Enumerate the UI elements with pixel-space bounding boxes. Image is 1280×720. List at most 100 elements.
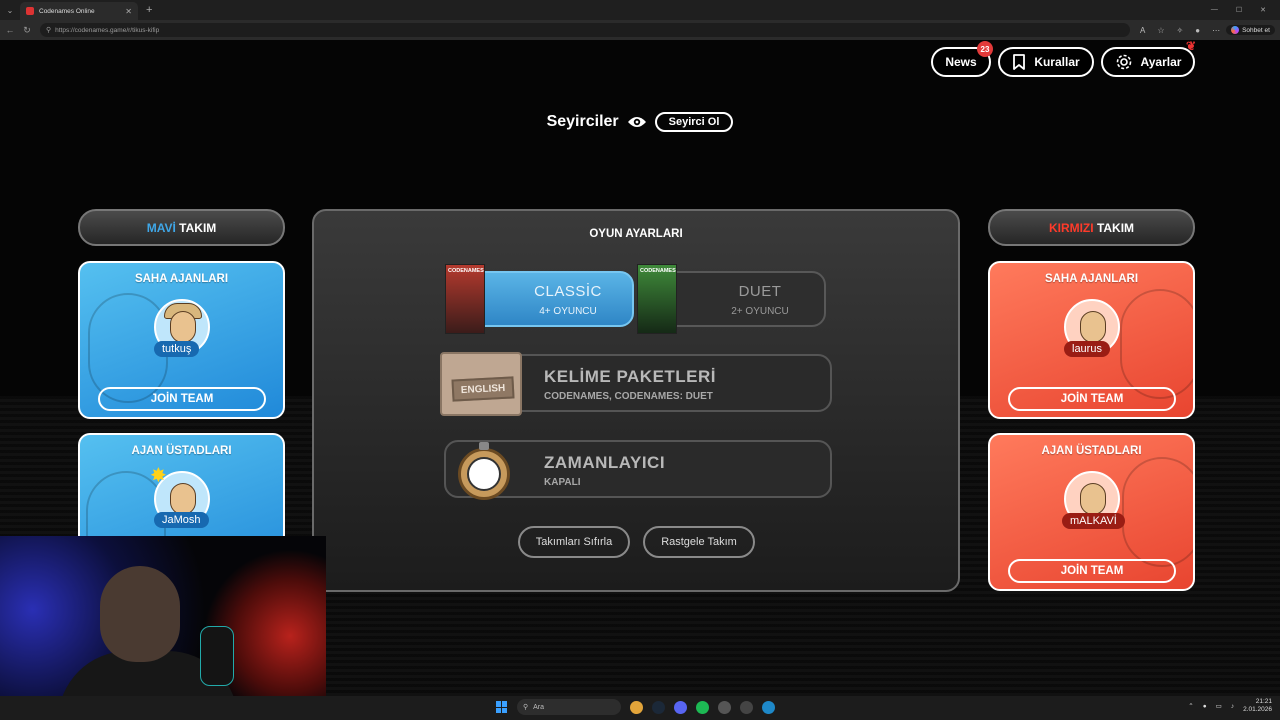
url-field[interactable]: ⚲ https://codenames.game/r/tikus-kifip <box>40 23 1130 37</box>
clock-time: 21:21 <box>1255 698 1272 705</box>
timer-title: ZAMANLAYICI <box>544 453 666 472</box>
blue-operatives-card: SAHA AJANLARI tutkuş JOİN TEAM <box>78 261 285 419</box>
red-spymasters-title: AJAN ÜSTADLARI <box>1041 445 1142 457</box>
red-bg-character <box>1120 289 1193 399</box>
random-team-button[interactable]: Rastgele Takım <box>643 526 755 558</box>
minimize-icon[interactable]: — <box>1211 6 1218 14</box>
news-badge: 23 <box>977 41 993 57</box>
steam-icon[interactable] <box>652 700 665 714</box>
blue-join-team-button[interactable]: JOİN TEAM <box>98 387 266 411</box>
red-team-accent: KIRMIZI <box>1048 220 1094 235</box>
copilot-button[interactable]: Sohbet et <box>1226 25 1275 35</box>
webcam-overlay <box>0 536 326 720</box>
stopwatch-dial <box>467 457 501 491</box>
maximize-icon[interactable]: ☐ <box>1236 6 1242 14</box>
favorite-star-icon[interactable]: ☆ <box>1157 26 1164 35</box>
blue-spymasters-title: AJAN ÜSTADLARI <box>131 445 232 457</box>
webcam-person-head <box>100 566 180 662</box>
chrome-icon[interactable] <box>630 700 643 714</box>
mode-name: CLASSİC <box>534 283 602 300</box>
read-aloud-icon[interactable]: A <box>1140 26 1145 35</box>
taskbar: ⚲ Ara ⌃ ● ▭ ♪ 21:21 2.01.2026 <box>0 696 1280 720</box>
close-window-icon[interactable]: ✕ <box>1260 6 1266 14</box>
browser-tab[interactable]: Codenames Online ✕ <box>20 2 138 20</box>
reset-teams-button[interactable]: Takımları Sıfırla <box>518 526 630 558</box>
red-team-label: TAKIM <box>1096 220 1135 235</box>
mode-players: 2+ OYUNCU <box>731 306 789 317</box>
news-button[interactable]: News 23 <box>931 41 993 77</box>
word-packs-value: CODENAMES, CODENAMES: DUET <box>544 391 713 402</box>
box-label: CODENAMES <box>448 268 484 274</box>
clock-date: 2.01.2026 <box>1243 706 1272 713</box>
media-player-icon[interactable] <box>740 700 753 714</box>
more-menu-icon[interactable]: ⋯ <box>1212 26 1220 35</box>
webcam-headset <box>200 626 234 686</box>
become-spectator-button[interactable]: Seyirci Ol <box>654 112 734 132</box>
avatar-face <box>170 311 196 343</box>
mic-icon[interactable]: ● <box>1203 703 1207 710</box>
red-operatives-card: SAHA AJANLARI laurus JOİN TEAM <box>988 261 1195 419</box>
blue-team-accent: MAVİ <box>146 220 176 235</box>
site-favicon-icon <box>26 7 34 15</box>
spectators-label: Seyirciler <box>546 113 619 130</box>
timer-value: KAPALI <box>544 477 581 488</box>
mode-duet-button[interactable]: CODENAMES DUET 2+ OYUNCU <box>637 264 826 334</box>
blue-spymaster-name: JaMosh <box>154 512 209 528</box>
new-tab-icon[interactable]: + <box>146 4 152 16</box>
game-settings-title: OYUN AYARLARI <box>589 228 683 240</box>
box-label: CODENAMES <box>640 268 676 274</box>
taskbar-search-placeholder: Ara <box>533 703 545 711</box>
back-icon[interactable]: ← <box>3 25 17 35</box>
volume-icon[interactable]: ♪ <box>1231 703 1234 710</box>
stopwatch-icon <box>458 442 510 500</box>
clock[interactable]: 21:21 2.01.2026 <box>1243 698 1272 714</box>
flame-icon: ❦ <box>1185 40 1196 53</box>
word-pack-card-image: ENGLISH <box>440 352 522 416</box>
game-settings-panel: OYUN AYARLARI CODENAMES CLASSİC 4+ OYUNC… <box>312 209 960 592</box>
extensions-icon[interactable]: ✧ <box>1177 26 1184 35</box>
browser-tabbar: ⌄ Codenames Online ✕ + — ☐ ✕ <box>0 0 1280 20</box>
obs-icon[interactable] <box>718 700 731 714</box>
red-spymaster-join-button[interactable]: JOİN TEAM <box>1008 559 1176 583</box>
rules-button[interactable]: Kurallar <box>998 47 1094 77</box>
reload-icon[interactable]: ↻ <box>20 25 34 36</box>
copilot-label: Sohbet et <box>1242 26 1270 34</box>
site-info-icon[interactable]: ⚲ <box>46 26 51 34</box>
spectators-bar: Seyirciler Seyirci Ol <box>0 112 1280 132</box>
blue-team-label: TAKIM <box>179 220 217 235</box>
tray-chevron-icon[interactable]: ⌃ <box>1188 702 1193 710</box>
duet-box-image: CODENAMES <box>637 264 677 334</box>
network-icon[interactable]: ▭ <box>1216 702 1222 710</box>
red-join-team-button[interactable]: JOİN TEAM <box>1008 387 1176 411</box>
discord-icon[interactable] <box>674 700 687 714</box>
timer-button[interactable]: ZAMANLAYICI KAPALI <box>444 440 832 500</box>
start-icon[interactable] <box>496 701 508 713</box>
avatar-face <box>1080 483 1106 515</box>
close-tab-icon[interactable]: ✕ <box>125 7 132 16</box>
edge-icon[interactable] <box>762 700 775 714</box>
system-tray: ⌃ ● ▭ ♪ 21:21 2.01.2026 <box>1188 698 1272 714</box>
copilot-icon <box>1231 26 1240 34</box>
stopwatch-knob <box>479 442 489 450</box>
avatar-face <box>170 483 196 515</box>
tab-list-icon[interactable]: ⌄ <box>0 6 20 15</box>
mode-classic-button[interactable]: CODENAMES CLASSİC 4+ OYUNCU <box>445 264 634 334</box>
red-spymasters-card: AJAN ÜSTADLARI mALKAVİ JOİN TEAM <box>988 433 1195 591</box>
spotify-icon[interactable] <box>696 700 709 714</box>
bookmark-icon <box>1013 54 1026 70</box>
gear-icon <box>1116 54 1131 70</box>
addressbar-icons: A ☆ ✧ ● ⋯ <box>1140 26 1220 35</box>
search-icon: ⚲ <box>523 704 529 711</box>
avatar-face <box>1080 311 1106 343</box>
star-icon: ✸ <box>150 465 167 487</box>
red-operatives-title: SAHA AJANLARI <box>1044 273 1139 285</box>
taskbar-apps: ⚲ Ara <box>496 699 775 715</box>
eye-icon <box>627 117 646 127</box>
rules-label: Kurallar <box>1034 55 1080 69</box>
taskbar-search[interactable]: ⚲ Ara <box>517 699 621 715</box>
mode-name: DUET <box>738 283 782 300</box>
profile-icon[interactable]: ● <box>1195 26 1200 35</box>
settings-button[interactable]: Ayarlar ❦ <box>1101 40 1196 77</box>
word-packs-button[interactable]: ENGLISH KELİME PAKETLERİ CODENAMES, CODE… <box>440 352 832 416</box>
red-operative-name: laurus <box>1064 341 1110 357</box>
